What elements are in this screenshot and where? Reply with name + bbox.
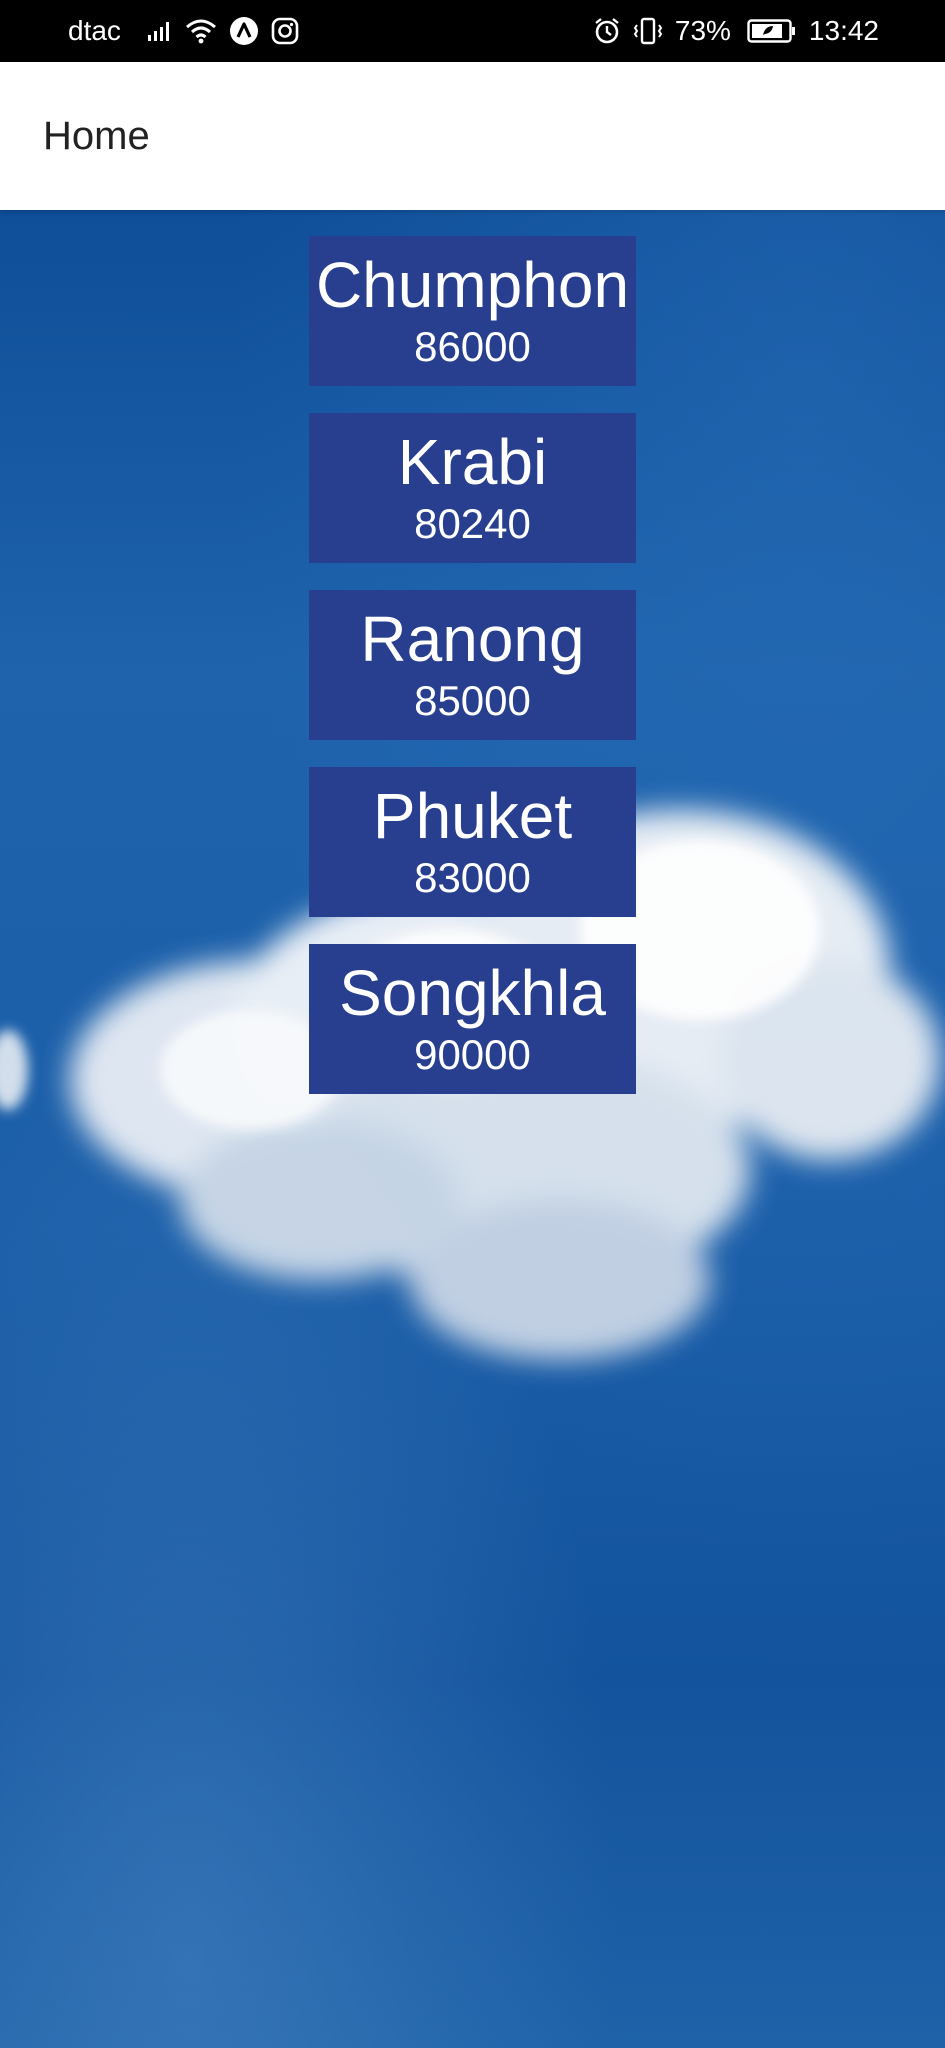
province-zip: 85000 <box>414 677 531 724</box>
province-zip: 90000 <box>414 1031 531 1078</box>
signal-icon <box>147 20 173 42</box>
province-zip: 80240 <box>414 500 531 547</box>
province-list: Chumphon 86000 Krabi 80240 Ranong 85000 … <box>309 236 636 1094</box>
alarm-icon <box>593 17 621 45</box>
carrier-name: dtac <box>68 15 121 46</box>
province-name: Songkhla <box>339 957 606 1029</box>
phone-screen: dtac 73% 13:42 Home Chumphon 86000 Krabi… <box>0 0 945 2048</box>
status-bar: dtac 73% 13:42 <box>0 0 945 62</box>
page-title: Home <box>43 113 150 158</box>
battery-percent: 73% <box>674 15 731 46</box>
vibrate-icon <box>633 17 663 45</box>
instagram-icon <box>271 17 299 45</box>
status-bar-left: dtac <box>68 15 299 47</box>
sky-background: Chumphon 86000 Krabi 80240 Ranong 85000 … <box>0 210 945 2048</box>
province-name: Chumphon <box>315 249 630 321</box>
app-a-icon <box>229 16 259 46</box>
wifi-icon <box>185 18 217 44</box>
province-card[interactable]: Phuket 83000 <box>309 767 636 917</box>
province-name: Ranong <box>360 603 585 675</box>
province-card[interactable]: Krabi 80240 <box>309 413 636 563</box>
province-name: Phuket <box>372 780 573 852</box>
province-name: Krabi <box>397 426 548 498</box>
province-zip: 83000 <box>414 854 531 901</box>
province-card[interactable]: Chumphon 86000 <box>309 236 636 386</box>
battery-icon <box>747 18 797 44</box>
clock-time: 13:42 <box>808 15 879 46</box>
province-card[interactable]: Ranong 85000 <box>309 590 636 740</box>
app-bar: Home <box>0 62 945 210</box>
province-zip: 86000 <box>414 323 531 370</box>
province-card[interactable]: Songkhla 90000 <box>309 944 636 1094</box>
status-bar-right: 73% 13:42 <box>593 15 879 47</box>
